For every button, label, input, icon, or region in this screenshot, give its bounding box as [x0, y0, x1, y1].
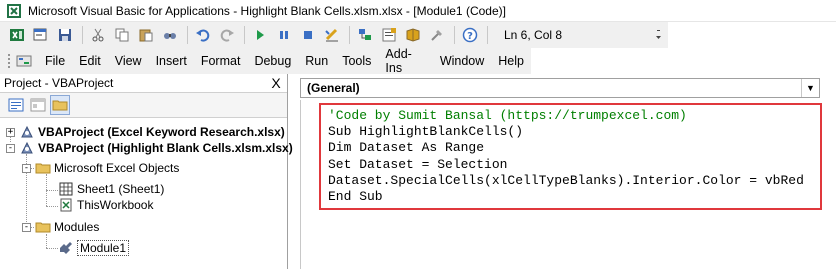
tree-node-label: VBAProject (Excel Keyword Research.xlsx)	[38, 125, 285, 139]
project-explorer-icon[interactable]	[354, 24, 376, 46]
code-highlight-box: 'Code by Sumit Bansal (https://trumpexce…	[319, 103, 822, 210]
insert-userform-icon[interactable]	[30, 24, 52, 46]
tree-node-excel-objects[interactable]: - Microsoft Excel Objects	[22, 160, 179, 176]
collapse-icon[interactable]: -	[22, 222, 31, 232]
worksheet-icon	[58, 182, 74, 196]
folder-icon	[35, 161, 51, 175]
code-line[interactable]: Dim Dataset As Range	[328, 140, 820, 156]
undo-icon[interactable]	[192, 24, 214, 46]
tree-node-sheet1[interactable]: Sheet1 (Sheet1)	[58, 181, 164, 197]
view-object-icon[interactable]	[28, 95, 48, 115]
folder-icon	[35, 220, 51, 234]
redo-icon[interactable]	[216, 24, 238, 46]
toolbar-overflow-grip[interactable]	[655, 26, 663, 46]
vba-app-icon	[6, 3, 22, 19]
code-line[interactable]: Set Dataset = Selection	[328, 157, 820, 173]
tree-node-thisworkbook[interactable]: ThisWorkbook	[58, 197, 153, 213]
collapse-icon[interactable]: -	[22, 163, 31, 173]
menu-bar: File Edit View Insert Format Debug Run T…	[0, 47, 531, 75]
tree-node-label: VBAProject (Highlight Blank Cells.xlsm.x…	[38, 141, 293, 155]
window-title: Microsoft Visual Basic for Applications …	[28, 3, 506, 18]
save-icon[interactable]	[54, 24, 76, 46]
toggle-folders-icon[interactable]	[50, 95, 70, 115]
standard-toolbar: ? Ln 6, Col 8	[0, 22, 668, 48]
toolbar-separator	[487, 26, 488, 44]
run-icon[interactable]	[249, 24, 271, 46]
view-code-icon[interactable]	[6, 95, 26, 115]
toolbar-empty-area	[668, 22, 836, 48]
menu-window[interactable]: Window	[433, 54, 491, 68]
menu-debug[interactable]: Debug	[247, 54, 298, 68]
toolbar-separator	[82, 26, 83, 44]
menu-view[interactable]: View	[108, 54, 149, 68]
menubar-empty-area	[531, 48, 836, 74]
menu-run[interactable]: Run	[298, 54, 335, 68]
svg-text:?: ?	[467, 31, 473, 42]
menu-format[interactable]: Format	[194, 54, 248, 68]
toolbar-separator	[349, 26, 350, 44]
reset-icon[interactable]	[297, 24, 319, 46]
break-icon[interactable]	[273, 24, 295, 46]
chevron-down-icon[interactable]: ▼	[801, 79, 819, 97]
tree-node-vbaproject-highlight-blank[interactable]: - VBAProject (Highlight Blank Cells.xlsm…	[6, 140, 293, 156]
vba-menu-icon	[16, 53, 32, 69]
cursor-position-status: Ln 6, Col 8	[504, 28, 563, 42]
tree-node-label: Microsoft Excel Objects	[54, 161, 180, 175]
tree-node-label: Sheet1 (Sheet1)	[77, 182, 165, 196]
menu-insert[interactable]: Insert	[149, 54, 194, 68]
help-icon[interactable]: ?	[459, 24, 481, 46]
code-line[interactable]: End Sub	[328, 189, 820, 205]
tree-node-label: ThisWorkbook	[77, 198, 154, 212]
toolbar-separator	[187, 26, 188, 44]
menu-tools[interactable]: Tools	[335, 54, 378, 68]
menu-grip[interactable]	[6, 52, 12, 70]
design-mode-icon[interactable]	[321, 24, 343, 46]
toolbar-separator	[454, 26, 455, 44]
toolbar-separator	[244, 26, 245, 44]
close-icon[interactable]: X	[269, 76, 283, 90]
title-bar: Microsoft Visual Basic for Applications …	[0, 0, 836, 22]
tree-node-label: Modules	[54, 220, 100, 234]
menu-help[interactable]: Help	[491, 54, 531, 68]
project-pane-toolbar	[0, 92, 287, 118]
tree-node-module1[interactable]: Module1	[58, 240, 130, 256]
cut-icon[interactable]	[87, 24, 109, 46]
copy-icon[interactable]	[111, 24, 133, 46]
project-pane-header: Project - VBAProject X	[0, 74, 287, 92]
code-line[interactable]: Dataset.SpecialCells(xlCellTypeBlanks).I…	[328, 173, 820, 189]
code-line[interactable]: 'Code by Sumit Bansal (https://trumpexce…	[328, 108, 820, 124]
object-browser-icon[interactable]	[402, 24, 424, 46]
paste-icon[interactable]	[135, 24, 157, 46]
tree-node-modules[interactable]: - Modules	[22, 219, 99, 235]
tree-node-label: Module1	[77, 240, 130, 256]
workbook-icon	[58, 198, 74, 212]
code-line[interactable]: Sub HighlightBlankCells()	[328, 124, 820, 140]
project-explorer-pane: Project - VBAProject X + VBAProject (Exc…	[0, 74, 293, 269]
menu-file[interactable]: File	[38, 54, 72, 68]
excel-icon[interactable]	[6, 24, 28, 46]
vbaproject-icon	[19, 125, 35, 139]
object-dropdown[interactable]: (General) ▼	[300, 78, 820, 98]
toolbox-icon[interactable]	[426, 24, 448, 46]
collapse-icon[interactable]: -	[6, 143, 15, 153]
project-tree: + VBAProject (Excel Keyword Research.xls…	[0, 118, 293, 256]
menu-add-ins[interactable]: Add-Ins	[378, 47, 432, 75]
module-icon	[58, 241, 74, 255]
properties-icon[interactable]	[378, 24, 400, 46]
project-pane-title: Project - VBAProject	[4, 76, 114, 90]
tree-node-vbaproject-keyword-research[interactable]: + VBAProject (Excel Keyword Research.xls…	[6, 124, 285, 140]
find-icon[interactable]	[159, 24, 181, 46]
object-dropdown-value: (General)	[307, 81, 360, 95]
menu-edit[interactable]: Edit	[72, 54, 108, 68]
vbaproject-icon	[19, 141, 35, 155]
expand-icon[interactable]: +	[6, 127, 15, 137]
